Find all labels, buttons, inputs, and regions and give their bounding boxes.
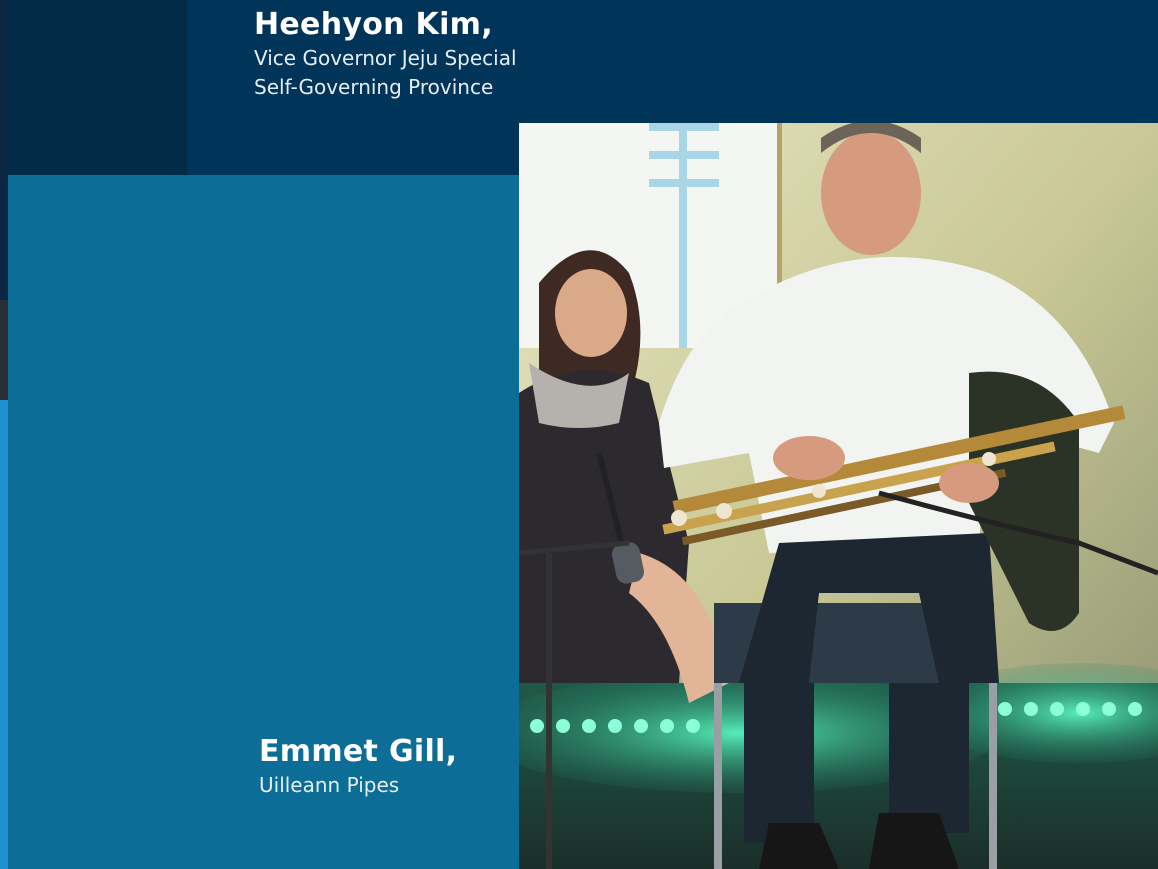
left-edge-strip-blue (0, 400, 8, 869)
speaker-name: Heehyon Kim, (254, 7, 493, 42)
speaker-role-line-1: Uilleann Pipes (259, 773, 400, 797)
performer-photo (519, 123, 1158, 869)
speaker-name: Emmet Gill, (259, 734, 458, 769)
speaker-caption-bottom: Emmet Gill, Uilleann Pipes (259, 733, 457, 799)
speaker-caption-top: Heehyon Kim, Vice Governor Jeju Special … (254, 6, 517, 102)
speaker-role-line-2: Self-Governing Province (254, 75, 494, 99)
corner-block (8, 0, 187, 175)
left-edge-strip-dark (0, 300, 8, 400)
performer-photo-illustration (519, 123, 1158, 869)
speaker-role-line-1: Vice Governor Jeju Special (254, 46, 517, 70)
